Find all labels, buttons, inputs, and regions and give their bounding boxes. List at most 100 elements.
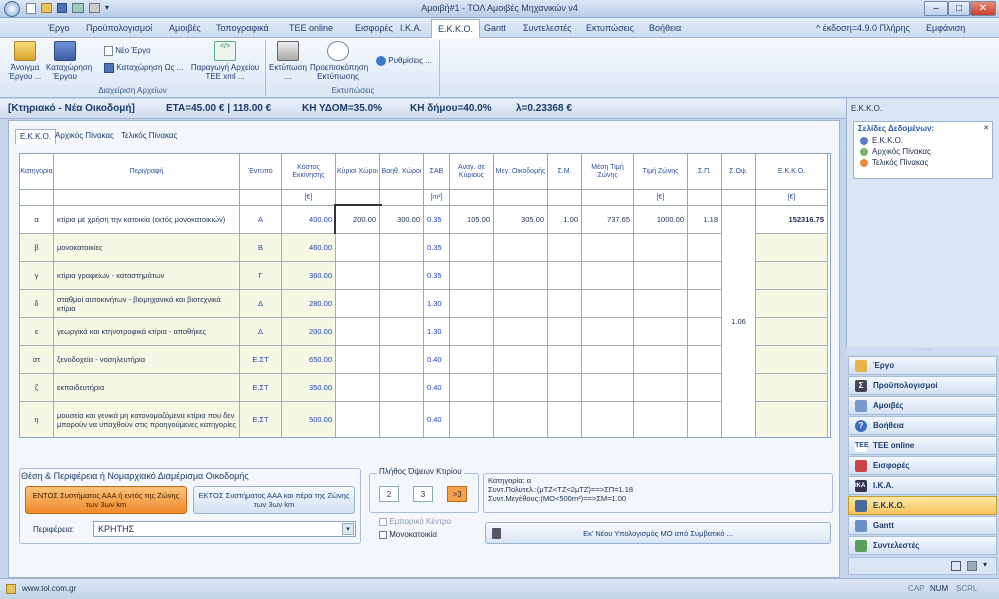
- cell-main[interactable]: [336, 318, 380, 346]
- header-mesi: Μέση Τιμή Ζώνης: [582, 154, 634, 190]
- tab-proypologismoi[interactable]: Προϋπολογισμοί: [80, 21, 158, 35]
- tab-topografika[interactable]: Τοπογραφικά: [210, 21, 275, 35]
- cell-aux[interactable]: [380, 374, 424, 402]
- detached-checkbox[interactable]: Μονοκατοικία: [379, 530, 437, 539]
- cell-main[interactable]: [336, 290, 380, 318]
- grid-icon[interactable]: [951, 561, 961, 571]
- cell-zoni[interactable]: [634, 374, 688, 402]
- close-button[interactable]: ✕: [970, 1, 996, 16]
- tab-eisfores[interactable]: Εισφορές: [349, 21, 399, 35]
- tab-ekko-page[interactable]: Ε.Κ.Κ.Ο.: [15, 129, 57, 144]
- cell-zoni[interactable]: [634, 402, 688, 437]
- maximize-button[interactable]: □: [948, 1, 970, 16]
- tab-amoives[interactable]: Αμοιβές: [163, 21, 207, 35]
- minimize-button[interactable]: –: [924, 1, 948, 16]
- cell-zoni[interactable]: [634, 290, 688, 318]
- open-folder-icon: [14, 41, 36, 61]
- cell-main[interactable]: [336, 346, 380, 374]
- cell-main[interactable]: 200.00: [334, 204, 382, 236]
- cell-main[interactable]: [336, 374, 380, 402]
- nav-ika[interactable]: IKA Ι.Κ.Α.: [848, 476, 997, 495]
- nav-proypologismoi[interactable]: Σ Προϋπολογισμοί: [848, 376, 997, 395]
- scrl-indicator: SCRL: [956, 584, 978, 593]
- summary-box: Κατηγορία: α Συντ.Πολυτελ.:(μΤΖ<ΤΖ<2μΤΖ)…: [483, 473, 833, 513]
- cell-aux[interactable]: 300.00: [380, 206, 424, 234]
- nav-amoives[interactable]: Αμοιβές: [848, 396, 997, 415]
- configure-icon[interactable]: [967, 561, 977, 571]
- unit-cat: [20, 190, 54, 206]
- new-project-button[interactable]: Νέο Έργο: [104, 46, 151, 56]
- cell-form: Β: [240, 234, 282, 262]
- tab-ektyposeis[interactable]: Εκτυπώσεις: [580, 21, 640, 35]
- tab-tee-online[interactable]: TEE online: [283, 21, 339, 35]
- facades-more-button[interactable]: >3: [447, 486, 467, 502]
- page-item-telikos[interactable]: Τελικός Πίνακας: [854, 157, 992, 168]
- cell-meg: [494, 318, 548, 346]
- nav-syntelestes[interactable]: Συντελεστές: [848, 536, 997, 555]
- ika-icon: IKA: [855, 479, 867, 492]
- tab-arxikos-pinakas[interactable]: Αρχικός Πίνακας: [51, 129, 118, 144]
- cell-zoni[interactable]: [634, 318, 688, 346]
- settings-icon: [376, 56, 386, 66]
- nav-ekko[interactable]: Ε.Κ.Κ.Ο.: [848, 496, 997, 515]
- cell-main[interactable]: [336, 402, 380, 437]
- cell-aux[interactable]: [380, 290, 424, 318]
- region-select[interactable]: ΚΡΗΤΗΣ ▾: [93, 521, 356, 537]
- page-item-ekko[interactable]: Ε.Κ.Κ.Ο.: [854, 135, 992, 146]
- nav-tee-online[interactable]: TEE TEE online: [848, 436, 997, 455]
- main-content: Ε.Κ.Κ.Ο. Αρχικός Πίνακας Τελικός Πίνακας…: [8, 120, 840, 578]
- cell-meg: [494, 290, 548, 318]
- cell-zoni[interactable]: [634, 262, 688, 290]
- cell-aux[interactable]: [380, 346, 424, 374]
- cell-zoni[interactable]: [634, 234, 688, 262]
- inside-zone-button[interactable]: ΕΝΤΟΣ Συστήματος ΑΑΑ ή εντός της Ζώνης τ…: [25, 486, 187, 514]
- unit-sab: [m²]: [424, 190, 450, 206]
- close-icon[interactable]: ✕: [983, 124, 989, 132]
- save-project-button[interactable]: Καταχώρηση Έργου: [46, 41, 92, 81]
- commercial-checkbox[interactable]: Εμπορικό Κέντρο: [379, 517, 451, 526]
- cell-aux[interactable]: [380, 234, 424, 262]
- cell-main[interactable]: [336, 262, 380, 290]
- cell-cat: η: [20, 402, 54, 437]
- nav-eisfores[interactable]: Εισφορές: [848, 456, 997, 475]
- region-label: Περιφέρεια:: [33, 525, 75, 534]
- settings-button[interactable]: Ρυθμίσεις ...: [376, 56, 432, 66]
- tab-voitheia[interactable]: Βοήθεια: [643, 21, 687, 35]
- unit-aux: [380, 190, 424, 206]
- cell-sab: 0.35: [424, 262, 450, 290]
- outside-zone-button[interactable]: ΕΚΤΟΣ Συστήματος ΑΑΑ και πέρα της Ζώνης …: [193, 486, 355, 514]
- facades-2-button[interactable]: 2: [379, 486, 399, 502]
- website-link[interactable]: www.tol.com.gr: [22, 584, 76, 593]
- splitter[interactable]: ·········: [846, 347, 999, 355]
- page-item-arxikos[interactable]: Αρχικός Πίνακας: [854, 146, 992, 157]
- cell-zoni[interactable]: 1000.00: [634, 206, 688, 234]
- print-button[interactable]: Εκτύπωση ...: [268, 41, 308, 81]
- nav-ergo[interactable]: Έργο: [848, 356, 997, 375]
- tab-gantt[interactable]: Gantt: [478, 21, 512, 35]
- cell-main[interactable]: [336, 234, 380, 262]
- cell-aux[interactable]: [380, 262, 424, 290]
- tab-ekko[interactable]: Ε.Κ.Κ.Ο.: [431, 19, 481, 39]
- chevron-down-icon[interactable]: ▾: [983, 560, 987, 569]
- header-cat: Κατηγορία: [20, 154, 54, 190]
- print-preview-button[interactable]: Προεπισκόπηση Εκτύπωσης: [310, 41, 368, 81]
- cell-sm: [548, 318, 582, 346]
- chevron-down-icon[interactable]: ▾: [342, 523, 354, 535]
- open-project-button[interactable]: Άνοιγμα Έργου ...: [6, 41, 44, 81]
- nav-voitheia[interactable]: ? Βοήθεια: [848, 416, 997, 435]
- nav-gantt[interactable]: Gantt: [848, 516, 997, 535]
- tab-ika[interactable]: Ι.Κ.Α.: [394, 21, 428, 35]
- tab-ergo[interactable]: Έργο: [42, 21, 76, 35]
- tab-syntelestes[interactable]: Συντελεστές: [517, 21, 578, 35]
- save-as-button[interactable]: Καταχώρηση Ως ...: [104, 63, 183, 73]
- produce-tee-xml-button[interactable]: </> Παραγωγή Αρχείου ΤΕΕ xml ...: [190, 41, 260, 81]
- save-as-icon: [104, 63, 114, 73]
- tab-telikos-pinakas[interactable]: Τελικός Πίνακας: [117, 129, 181, 144]
- cell-aux[interactable]: [380, 402, 424, 437]
- appearance-menu[interactable]: Εμφάνιση: [920, 21, 971, 35]
- print-group-caption: Εκτυπώσεις: [331, 86, 375, 95]
- facades-3-button[interactable]: 3: [413, 486, 433, 502]
- cell-zoni[interactable]: [634, 346, 688, 374]
- recalc-button[interactable]: Εκ' Νέου Υπολογισμός ΜΟ από Συμβατικό ..…: [485, 522, 831, 544]
- cell-aux[interactable]: [380, 318, 424, 346]
